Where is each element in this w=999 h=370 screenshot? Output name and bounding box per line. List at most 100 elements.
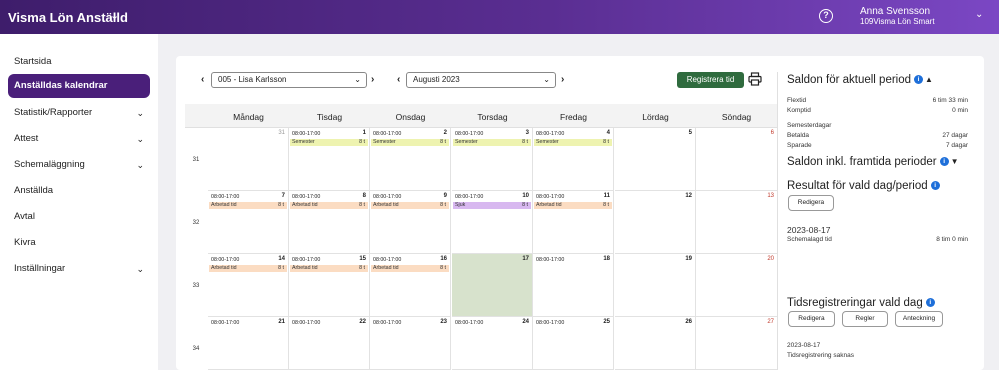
sidebar-item[interactable]: Inställningar ⌄ (8, 257, 150, 281)
schedule-time: 08:00-17:00 (455, 194, 484, 200)
time-entry-tag[interactable]: Sjuk 8 t (453, 202, 531, 209)
calendar-day-cell[interactable]: 08:00-17:00 4 Semester 8 t (533, 128, 614, 191)
help-icon[interactable]: ? (819, 9, 833, 23)
calendar-day-cell[interactable]: 08:00-17:00 7 Arbetad tid 8 t (208, 191, 289, 254)
time-entry-tag[interactable]: Semester 8 t (534, 139, 612, 146)
info-icon[interactable]: i (930, 181, 940, 191)
time-entry-tag[interactable]: Arbetad tid 8 t (209, 265, 287, 272)
sidebar-item[interactable]: Anställdas kalendrar (8, 74, 150, 98)
chevron-down-icon[interactable]: ⌄ (975, 9, 983, 20)
day-number: 14 (278, 256, 285, 262)
edit-registration-button[interactable]: Redigera (788, 311, 835, 327)
calendar-day-cell[interactable]: 5 (615, 128, 696, 191)
calendar-day-cell[interactable]: 08:00-17:00 11 Arbetad tid 8 t (533, 191, 614, 254)
info-icon[interactable]: i (925, 298, 935, 308)
time-entry-label: Arbetad tid (211, 202, 237, 208)
calendar-day-cell[interactable]: 31 (208, 128, 289, 191)
sidebar-item[interactable]: Avtal (8, 205, 150, 229)
calendar-day-cell[interactable]: 08:00-17:00 10 Sjuk 8 t (452, 191, 533, 254)
sidebar-item[interactable]: Kivra (8, 231, 150, 255)
calendar-day-cell[interactable]: 12 (615, 191, 696, 254)
schedule-time: 08:00-17:00 (373, 320, 402, 326)
sidebar-item-label: Avtal (14, 211, 35, 222)
day-number: 27 (767, 319, 774, 325)
calendar-day-cell[interactable]: 19 (615, 254, 696, 317)
sidebar-item[interactable]: Anställda (8, 179, 150, 203)
sidebar-item[interactable]: Attest ⌄ (8, 127, 150, 151)
caret-up-icon[interactable]: ▲ (925, 75, 933, 84)
calendar-day-cell[interactable]: 6 (696, 128, 778, 191)
saldon-framtida-title: Saldon inkl. framtida perioder i ▼ (787, 156, 959, 168)
time-entry-hours: 8 t (359, 202, 365, 208)
schema-label: Schemalagd tid (787, 236, 832, 243)
sidebar-item-label: Statistik/Rapporter (14, 107, 93, 118)
day-number: 4 (606, 130, 610, 136)
day-number: 15 (359, 256, 366, 262)
month-select[interactable]: Augusti 2023 ⌄ (406, 72, 556, 88)
time-entry-tag[interactable]: Semester 8 t (371, 139, 449, 146)
calendar-day-cell[interactable]: 08:00-17:00 22 (289, 317, 370, 370)
sidebar-item[interactable]: Statistik/Rapporter ⌄ (8, 101, 150, 125)
calendar-day-cell[interactable]: 08:00-17:00 15 Arbetad tid 8 t (289, 254, 370, 317)
calendar-day-cell[interactable]: 13 (696, 191, 778, 254)
time-entry-tag[interactable]: Arbetad tid 8 t (290, 202, 368, 209)
calendar-day-cell[interactable]: 08:00-17:00 1 Semester 8 t (289, 128, 370, 191)
register-time-button[interactable]: Registrera tid (677, 72, 744, 88)
sidebar-item-label: Anställda (14, 185, 54, 196)
komptid-value: 0 min (952, 107, 968, 114)
employee-select[interactable]: 005 - Lisa Karlsson ⌄ (211, 72, 367, 88)
chevron-down-icon[interactable]: ⌄ (110, 9, 119, 22)
selected-date: 2023-08-17 (787, 225, 831, 235)
calendar-day-cell[interactable]: 08:00-17:00 3 Semester 8 t (452, 128, 533, 191)
printer-icon[interactable] (748, 72, 762, 86)
caret-down-icon[interactable]: ▼ (951, 157, 959, 166)
time-entry-tag[interactable]: Arbetad tid 8 t (290, 265, 368, 272)
calendar-day-cell[interactable]: 08:00-17:00 21 (208, 317, 289, 370)
calendar-day-cell[interactable]: 26 (615, 317, 696, 370)
time-entry-tag[interactable]: Arbetad tid 8 t (534, 202, 612, 209)
edit-result-button[interactable]: Redigera (788, 195, 834, 211)
time-entry-tag[interactable]: Semester 8 t (453, 139, 531, 146)
saldon-framtida-text: Saldon inkl. framtida perioder (787, 156, 937, 168)
calendar-day-cell[interactable]: 08:00-17:00 25 (533, 317, 614, 370)
rules-button[interactable]: Regler (842, 311, 888, 327)
info-icon[interactable]: i (939, 157, 949, 167)
time-entry-hours: 8 t (359, 139, 365, 145)
top-bar: Visma Lön Anställd ⌄ ? Anna Svensson 109… (0, 0, 999, 34)
sidebar-item[interactable]: Schemaläggning ⌄ (8, 153, 150, 177)
prev-month-arrow-icon[interactable]: ‹ (397, 74, 400, 85)
time-entry-tag[interactable]: Arbetad tid 8 t (371, 265, 449, 272)
calendar-day-cell[interactable]: 27 (696, 317, 778, 370)
resultat-title-text: Resultat för vald dag/period (787, 180, 928, 192)
user-name[interactable]: Anna Svensson (860, 6, 930, 17)
next-month-arrow-icon[interactable]: › (561, 74, 564, 85)
schedule-time: 08:00-17:00 (373, 194, 402, 200)
day-number: 19 (685, 256, 692, 262)
note-button[interactable]: Anteckning (895, 311, 943, 327)
prev-employee-arrow-icon[interactable]: ‹ (201, 74, 204, 85)
calendar-day-cell[interactable]: 08:00-17:00 16 Arbetad tid 8 t (370, 254, 451, 317)
calendar-day-cell[interactable]: 08:00-17:00 9 Arbetad tid 8 t (370, 191, 451, 254)
calendar-day-cell[interactable]: 08:00-17:00 8 Arbetad tid 8 t (289, 191, 370, 254)
time-entry-tag[interactable]: Arbetad tid 8 t (209, 202, 287, 209)
calendar-day-cell[interactable]: 20 (696, 254, 778, 317)
day-header: Fredag (560, 112, 587, 122)
calendar-day-cell[interactable]: 08:00-17:00 18 (533, 254, 614, 317)
sidebar-item[interactable]: Startsida (8, 50, 150, 74)
info-icon[interactable]: i (914, 75, 924, 85)
time-entry-tag[interactable]: Semester 8 t (290, 139, 368, 146)
calendar-day-cell[interactable]: 08:00-17:00 24 (452, 317, 533, 370)
chevron-down-icon: ⌄ (354, 75, 361, 84)
calendar-day-cell[interactable]: 17 (452, 254, 533, 317)
calendar-day-cell[interactable]: 08:00-17:00 14 Arbetad tid 8 t (208, 254, 289, 317)
flextid-value: 6 tim 33 min (932, 97, 968, 104)
time-entry-hours: 8 t (440, 265, 446, 271)
calendar-day-cell[interactable]: 08:00-17:00 23 (370, 317, 451, 370)
schedule-time: 08:00-17:00 (292, 194, 321, 200)
time-entry-tag[interactable]: Arbetad tid 8 t (371, 202, 449, 209)
next-employee-arrow-icon[interactable]: › (371, 74, 374, 85)
chevron-down-icon: ⌄ (136, 160, 144, 170)
calendar-day-cell[interactable]: 08:00-17:00 2 Semester 8 t (370, 128, 451, 191)
time-entry-label: Semester (373, 139, 396, 145)
day-number: 11 (603, 193, 610, 199)
